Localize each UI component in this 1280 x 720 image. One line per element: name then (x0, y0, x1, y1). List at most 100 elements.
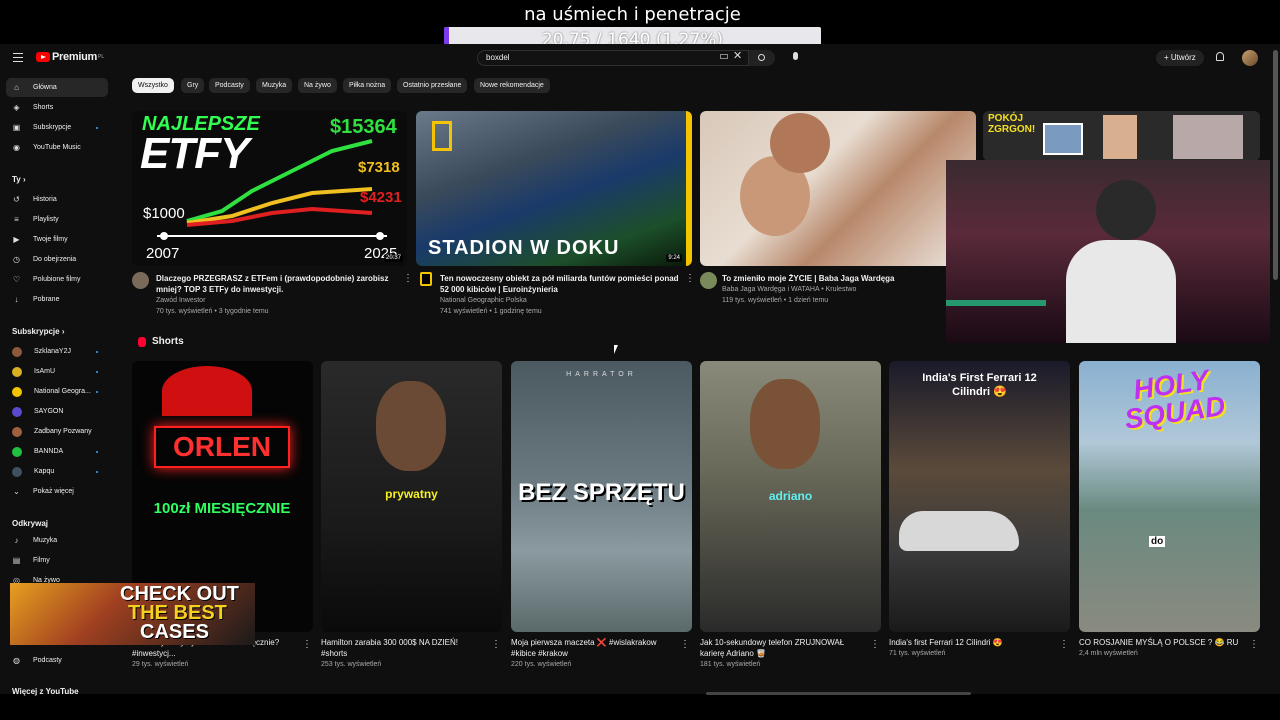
short-title[interactable]: Hamilton zarabia 300 000$ NA DZIEŃ! #sho… (321, 637, 486, 659)
sidebar-sub-saygon[interactable]: SAYGON (6, 402, 108, 421)
video-title[interactable]: Dlaczego PRZEGRASZ z ETFem i (prawdopodo… (156, 273, 401, 295)
microphone-icon[interactable] (793, 52, 798, 60)
more-options-icon[interactable]: ⋮ (403, 273, 413, 284)
short-caption: do (1149, 536, 1166, 547)
video-icon: ▶ (13, 235, 20, 244)
search-input[interactable]: boxdel (477, 50, 749, 66)
sidebar-sub-isamu[interactable]: IsAmU (6, 362, 108, 381)
video-thumbnail[interactable] (700, 111, 976, 266)
more-options-icon[interactable]: ⋮ (491, 639, 501, 650)
short-title[interactable]: India's first Ferrari 12 Cilindri 😍 (889, 637, 1054, 648)
vertical-scrollbar[interactable] (1273, 44, 1278, 684)
more-options-icon[interactable]: ⋮ (1249, 639, 1259, 650)
video-thumbnail[interactable]: POKÓJ ZGRGON! (983, 111, 1260, 161)
video-meta: 741 wyświetleń • 1 godzinę temu (440, 308, 542, 315)
sidebar-item-subscriptions[interactable]: ▣ Subskrypcje (6, 118, 108, 137)
short-title[interactable]: CO ROSJANIE MYŚLĄ O POLSCE ? 😂 RU (1079, 637, 1244, 648)
menu-icon[interactable] (13, 53, 23, 65)
scroll-thumb[interactable] (1273, 50, 1278, 280)
short-thumbnail[interactable]: HOLY SQUAD do (1079, 361, 1260, 632)
subscriptions-heading[interactable]: Subskrypcje › (12, 327, 64, 336)
more-options-icon[interactable]: ⋮ (870, 639, 880, 650)
more-options-icon[interactable]: ⋮ (680, 639, 690, 650)
more-options-icon[interactable]: ⋮ (302, 639, 312, 650)
orlen-eagle-icon (162, 366, 252, 416)
create-button[interactable]: + Utwórz (1156, 50, 1204, 66)
sidebar-item-liked-videos[interactable]: ♡ Polubione filmy (6, 270, 108, 289)
notifications-bell-icon[interactable] (1216, 52, 1224, 61)
channel-avatar[interactable] (700, 272, 717, 289)
short-thumbnail[interactable]: HARRATOR BEZ SPRZĘTU (511, 361, 692, 632)
sidebar-item-youtube-music[interactable]: ◉ YouTube Music (6, 138, 108, 157)
video-thumbnail[interactable]: NAJLEPSZE ETFY $15364 $7318 $4231 $1000 … (132, 111, 407, 266)
short-thumbnail[interactable]: prywatny (321, 361, 502, 632)
channel-avatar[interactable] (420, 272, 432, 286)
video-title[interactable]: Ten nowoczesny obiekt za pół miliarda fu… (440, 273, 685, 295)
horizontal-scrollbar[interactable] (706, 692, 971, 695)
sidebar-item-shorts[interactable]: ◈ Shorts (6, 98, 108, 117)
short-thumbnail[interactable]: India's First Ferrari 12 Cilindri 😍 (889, 361, 1070, 632)
channel-name[interactable]: National Geographic Polska (440, 295, 527, 306)
sidebar-item-label: IsAmU (34, 368, 55, 375)
thumb-year: 2007 (146, 245, 180, 262)
new-content-dot (96, 350, 98, 353)
short-caption: BEZ SPRZĘTU (518, 479, 685, 506)
channel-name[interactable]: Zawód Inwestor (156, 295, 205, 306)
keyboard-icon[interactable] (720, 54, 728, 59)
chip-new-recommendations[interactable]: Nowe rekomendacje (474, 78, 550, 93)
chip-games[interactable]: Gry (181, 78, 205, 93)
clock-icon: ◷ (13, 255, 20, 264)
short-thumbnail[interactable]: adriano (700, 361, 881, 632)
chip-live[interactable]: Na żywo (298, 78, 337, 93)
thumb-face (770, 113, 830, 173)
account-avatar[interactable] (1242, 50, 1258, 66)
chip-all[interactable]: Wszystko (132, 78, 174, 93)
video-meta: 119 tys. wyświetleń • 1 dzień temu (722, 297, 829, 304)
thumb-text: STADION W DOKU (428, 237, 620, 259)
sidebar-item-label: Podcasty (33, 657, 62, 664)
video-title[interactable]: To zmieniło moje ŻYCIE | Baba Jaga Wardę… (722, 273, 967, 284)
shorts-heading: Shorts (138, 336, 184, 347)
sidebar-item-label: Twoje filmy (33, 236, 68, 243)
channel-avatar (12, 466, 22, 477)
sidebar-item-your-videos[interactable]: ▶ Twoje filmy (6, 230, 108, 249)
channel-name[interactable]: Baba Jaga Wardęga i WATAHA • Krulestwo (722, 284, 856, 295)
chip-recently-uploaded[interactable]: Ostatnio przesłane (397, 78, 468, 93)
new-content-dot (96, 126, 98, 129)
sidebar-sub-szklanay2j[interactable]: SzklanaY2J (6, 342, 108, 361)
logo-text: Premium (52, 51, 97, 63)
more-options-icon[interactable]: ⋮ (1059, 639, 1069, 650)
sidebar-sub-zadbany[interactable]: Zadbany Pozwany (6, 422, 108, 441)
youtube-logo[interactable]: Premium PL (36, 51, 104, 63)
chip-football[interactable]: Piłka nożna (343, 78, 392, 93)
short-title[interactable]: Moja pierwsza maczeta ❌ #wislakrakow #ki… (511, 637, 676, 659)
channel-avatar (12, 366, 22, 377)
short-title[interactable]: Jak 10-sekundowy telefon ZRUJNOWAŁ karie… (700, 637, 865, 659)
sidebar-item-label: Muzyka (33, 537, 58, 544)
short-caption-top: HARRATOR (566, 371, 637, 378)
sidebar-item-playlists[interactable]: ≡ Playlisty (6, 210, 108, 229)
short-views: 220 tys. wyświetleń (511, 661, 572, 668)
sidebar-item-downloads[interactable]: ↓ Pobrane (6, 290, 108, 309)
more-options-icon[interactable]: ⋮ (685, 273, 695, 284)
chip-music[interactable]: Muzyka (256, 78, 293, 93)
video-thumbnail[interactable]: STADION W DOKU 9:24 (416, 111, 692, 266)
chip-podcasts[interactable]: Podcasty (209, 78, 250, 93)
clear-search-icon[interactable]: ✕ (733, 49, 742, 62)
you-section-heading[interactable]: Ty › (12, 175, 26, 184)
short-views: 2,4 mln wyświetleń (1079, 650, 1138, 657)
sidebar-sub-natgeo[interactable]: National Geogra... (6, 382, 108, 401)
logo-region: PL (97, 54, 105, 60)
sidebar-sub-kapqu[interactable]: Kapqu (6, 462, 108, 481)
sidebar-item-films[interactable]: ▤ Filmy (6, 551, 108, 570)
sidebar-sub-bannda[interactable]: BANNDA (6, 442, 108, 461)
channel-avatar[interactable] (132, 272, 149, 289)
sidebar-item-watch-later[interactable]: ◷ Do obejrzenia (6, 250, 108, 269)
sidebar-item-music[interactable]: ♪ Muzyka (6, 531, 108, 550)
sidebar-item-podcasts[interactable]: ◍ Podcasty (6, 651, 108, 670)
sidebar-item-history[interactable]: ↺ Historia (6, 190, 108, 209)
sidebar-item-home[interactable]: ⌂ Główna (6, 78, 108, 97)
shorts-icon: ◈ (13, 103, 20, 112)
search-button[interactable] (749, 50, 775, 66)
sidebar-show-more[interactable]: ⌄ Pokaż więcej (6, 482, 108, 501)
